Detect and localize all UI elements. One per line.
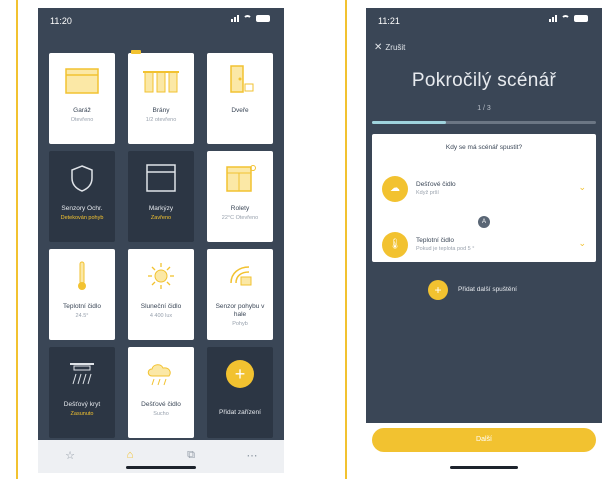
tile-name: Brány (152, 107, 170, 114)
frame-right-line (345, 0, 347, 479)
home-icon[interactable]: ⌂ (120, 448, 140, 462)
tile-name: Dešťové čidlo (141, 401, 181, 408)
shield-icon (49, 159, 115, 197)
scenes-icon[interactable]: ⧉ (181, 448, 201, 462)
window-blind-icon (207, 159, 273, 197)
tile-status: 4 400 lux (149, 313, 173, 319)
sun-icon (128, 257, 194, 295)
awning-icon (128, 159, 194, 197)
device-tile[interactable]: Senzor pohybu v hale Pohyb (207, 249, 273, 340)
device-tile[interactable]: Sluneční čidlo 4 400 lux (128, 249, 194, 340)
tile-status: 22°C Otevřeno (221, 215, 259, 221)
plus-icon: + (226, 360, 254, 388)
plus-icon: + (428, 280, 448, 300)
door-lock-icon (207, 61, 273, 99)
wifi-icon (243, 15, 252, 22)
condition-desc: Když prší (416, 190, 439, 196)
thermometer-icon (49, 257, 115, 295)
condition-row[interactable]: 🌡 Teplotní čidlo Pokud je teplota pod 5 … (382, 230, 586, 260)
condition-name: Dešťové čidlo (416, 181, 456, 188)
home-indicator (450, 466, 518, 469)
page-title: Pokročilý scénář (411, 70, 557, 91)
tile-status: Detekován pohyb (60, 215, 104, 221)
star-icon[interactable]: ☆ (60, 448, 80, 462)
chevron-down-icon[interactable]: ⌄ (578, 238, 586, 249)
home-indicator (126, 466, 196, 469)
condition-row[interactable]: ☁ Dešťové čidlo Když prší ⌄ (382, 174, 586, 204)
device-grid: Garáž Otevřeno Brány 1/2 otevřeno Dveře … (49, 50, 273, 438)
tab-bar: ☆ ⌂ ⧉ ⋯ (38, 440, 284, 473)
device-tile[interactable]: Garáž Otevřeno (49, 53, 115, 144)
device-tile[interactable]: Dešťové čidlo Sucho (128, 347, 194, 438)
tile-name: Garáž (73, 107, 91, 114)
more-icon[interactable]: ⋯ (242, 448, 262, 462)
tile-status: Otevřeno (70, 117, 94, 123)
status-time: 11:21 (378, 16, 400, 26)
tile-name: Přidat zařízení (219, 409, 261, 416)
tile-name: Rolety (230, 205, 250, 212)
progress-fill (372, 121, 446, 124)
battery-icon (574, 15, 588, 22)
status-bar: 11:21 (366, 8, 602, 34)
device-tile[interactable]: Markýzy Zavřeno (128, 151, 194, 242)
signal-icon (549, 15, 557, 22)
phone-screen-scenario: 11:21 ✕ Zrušit Pokročilý scénář 1 / 3 Kdy… (366, 8, 602, 473)
tile-status: Sucho (153, 411, 169, 417)
tile-name: Senzor pohybu v hale (215, 303, 265, 318)
phone-screen-devices: 11:20 Garáž Otevřeno Brány 1/2 otevřeno (38, 8, 284, 473)
wifi-icon (561, 15, 570, 22)
add-trigger-label: Přidat další spuštění (458, 286, 517, 293)
cancel-button[interactable]: ✕ Zrušit (374, 42, 405, 53)
thermometer-icon: 🌡 (382, 232, 408, 258)
device-tile[interactable]: Teplotní čidlo 24.5° (49, 249, 115, 340)
tile-name: Dveře (231, 107, 249, 114)
tile-name: Teplotní čidlo (63, 303, 101, 310)
battery-icon (256, 15, 270, 22)
condition-name: Teplotní čidlo (416, 237, 454, 244)
tile-status: Zavřeno (150, 215, 172, 221)
rain-cloud-icon (128, 355, 194, 393)
add-device-tile[interactable]: + Přidat zařízení (207, 347, 273, 438)
device-tile[interactable]: Brány 1/2 otevřeno (128, 50, 194, 144)
motion-sensor-icon (207, 257, 273, 295)
device-tile[interactable]: Rolety 22°C Otevřeno (207, 151, 273, 242)
tile-status: 24.5° (75, 313, 89, 319)
trigger-card: Kdy se má scénář spustit? ☁ Dešťové čidl… (372, 134, 596, 262)
close-icon: ✕ (374, 42, 383, 53)
gate-icon (128, 61, 194, 99)
garage-icon (49, 61, 115, 99)
tile-name: Sluneční čidlo (140, 303, 182, 310)
tile-name: Markýzy (148, 205, 174, 212)
rain-cloud-icon: ☁ (382, 176, 408, 202)
device-tile[interactable]: Dveře (207, 53, 273, 144)
and-operator[interactable]: A (478, 216, 490, 228)
trigger-question: Kdy se má scénář spustit? (445, 144, 523, 151)
device-tile[interactable]: Dešťový kryt Zasunuto (49, 347, 115, 438)
signal-icon (231, 15, 239, 22)
progress-bar (372, 121, 596, 124)
chevron-down-icon[interactable]: ⌄ (578, 182, 586, 193)
rain-cover-icon (49, 355, 115, 393)
device-tile[interactable]: Senzory Ochr. Detekován pohyb (49, 151, 115, 242)
tile-name: Dešťový kryt (63, 401, 101, 408)
status-bar: 11:20 (38, 8, 284, 34)
step-indicator: 1 / 3 (477, 105, 491, 112)
tile-status: Zasunuto (70, 411, 94, 417)
condition-desc: Pokud je teplota pod 5 ° (416, 246, 475, 252)
tile-status: Pohyb (232, 321, 248, 327)
tile-name: Senzory Ochr. (61, 205, 103, 212)
frame-left-line (16, 0, 18, 479)
badge-marker (131, 50, 141, 54)
tile-status: 1/2 otevřeno (145, 117, 177, 123)
next-button[interactable]: Další (372, 428, 596, 452)
cancel-label: Zrušit (385, 43, 406, 52)
status-time: 11:20 (50, 16, 72, 26)
